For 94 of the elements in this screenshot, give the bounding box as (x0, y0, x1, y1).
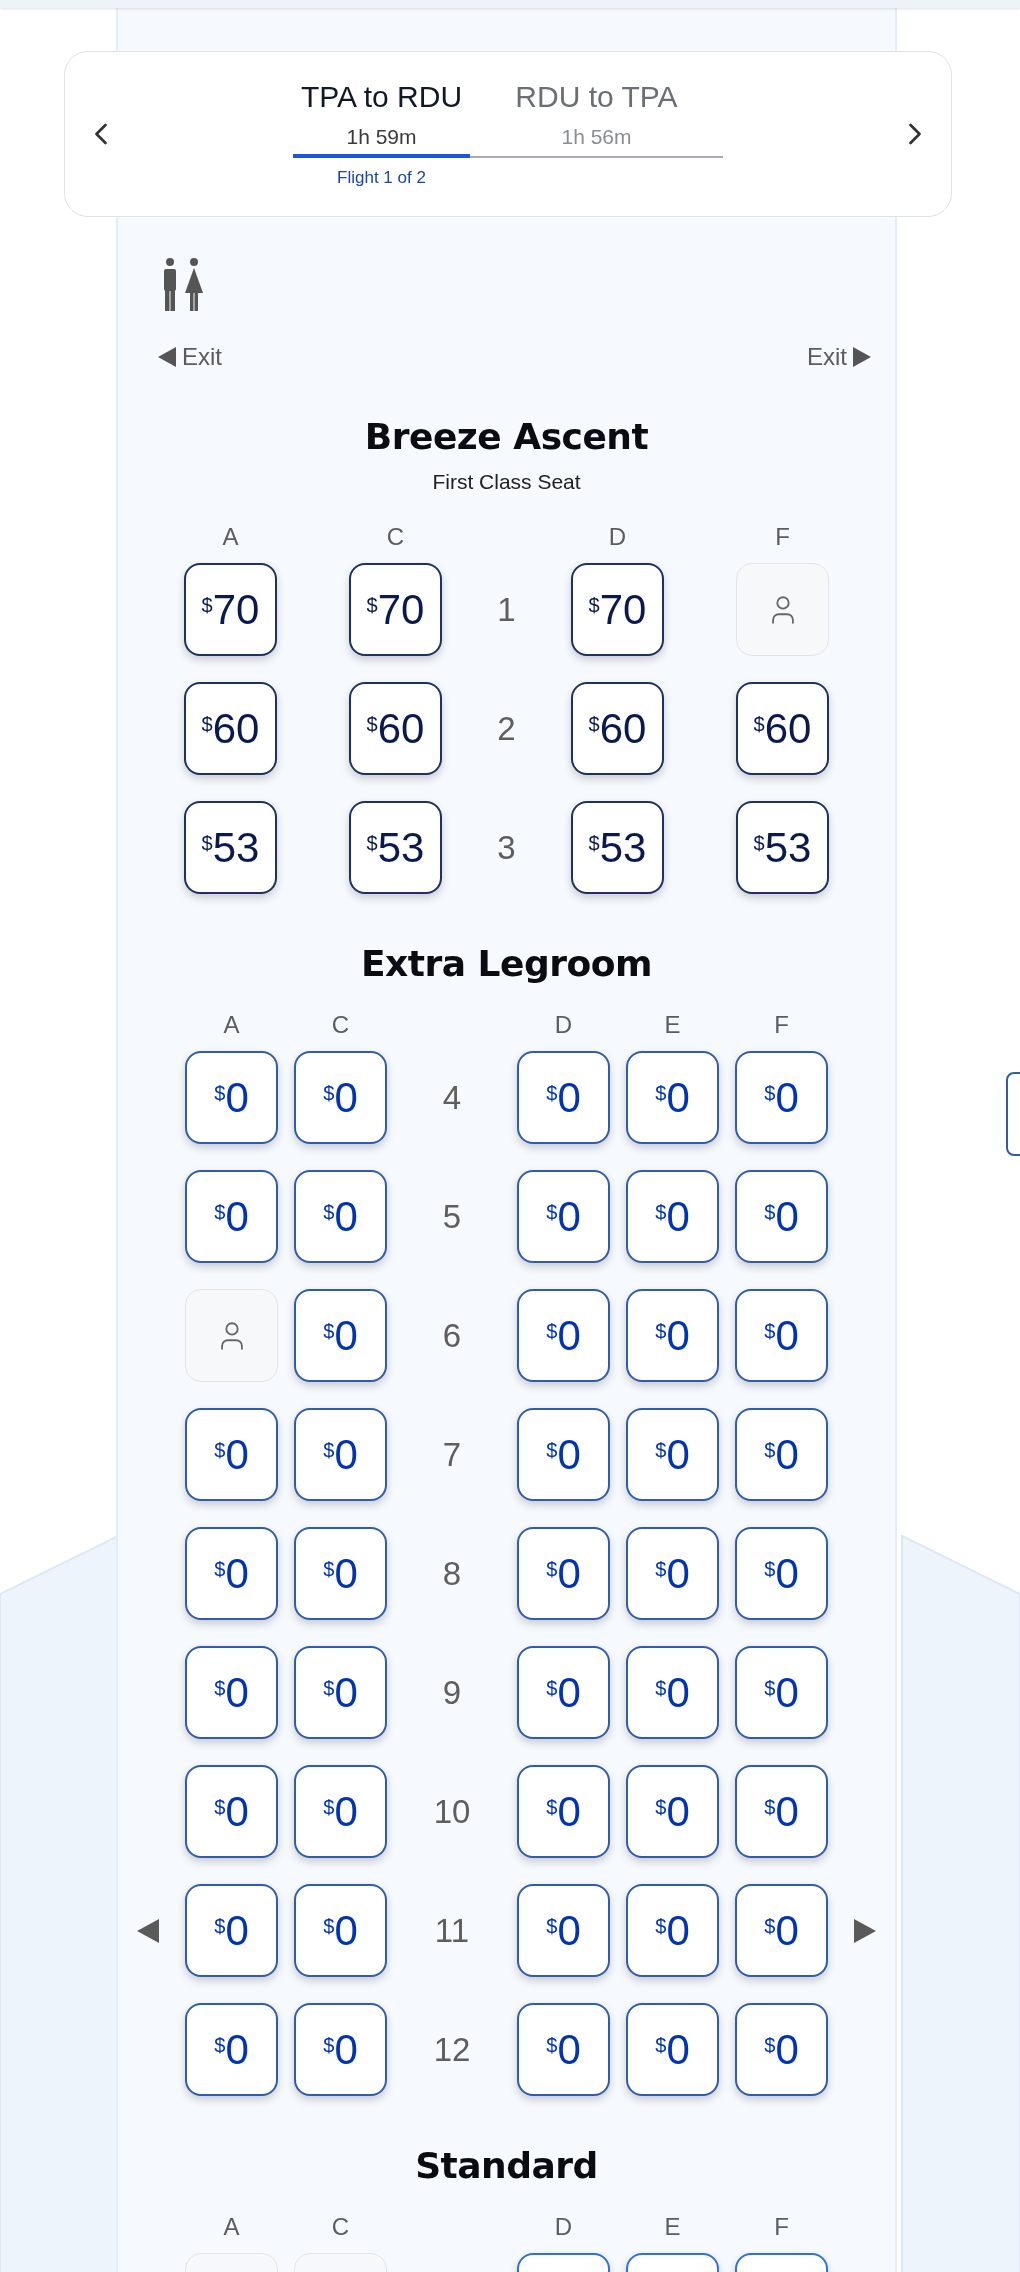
row-number: 12 (433, 2030, 471, 2069)
row-number: 5 (442, 1197, 462, 1236)
seat-button[interactable]: $^{$}$0 (185, 1527, 278, 1620)
row-number: 4 (442, 1078, 462, 1117)
seat-button[interactable]: $^{$}$0 (626, 1527, 719, 1620)
row-number: 3 (497, 828, 516, 867)
seat-button[interactable]: $^{$}$60 (184, 682, 277, 775)
seat-button[interactable]: $^{$}$70 (349, 563, 442, 656)
seat-button[interactable]: $^{$}$0 (626, 2003, 719, 2096)
column-letter: D (554, 1014, 573, 1036)
right-arrow-icon (853, 347, 871, 367)
row-number: 1 (497, 590, 516, 629)
seat-button[interactable]: $^{$}$53 (349, 801, 442, 894)
row-number: 8 (442, 1554, 462, 1593)
seat-button[interactable]: $^{$}$60 (571, 682, 664, 775)
seat-button[interactable]: $^{$}$0 (294, 1646, 387, 1739)
seat-button[interactable]: $^{$}$0 (294, 1170, 387, 1263)
column-letter: F (774, 2216, 789, 2238)
seat-button[interactable]: $^{$}$0 (626, 1289, 719, 1382)
column-letter: D (608, 526, 627, 548)
seat-button[interactable]: $^{$}$0 (185, 1884, 278, 1977)
seat-button[interactable]: $^{$}$0 (294, 1527, 387, 1620)
column-letter: C (331, 2216, 350, 2238)
seat-button[interactable]: $^{$}$0 (735, 1765, 828, 1858)
seat-button[interactable]: $^{$}$0 (294, 1884, 387, 1977)
column-letter: F (775, 526, 790, 548)
seat-button[interactable]: $^{$}$0 (517, 1884, 610, 1977)
seat-button[interactable]: $^{$}$0 (735, 1527, 828, 1620)
column-letter: E (664, 1014, 681, 1036)
seat-button[interactable]: $^{$}$60 (349, 682, 442, 775)
row-number: 11 (434, 1911, 470, 1950)
seat-button[interactable]: $^{$}$0 (185, 1408, 278, 1501)
column-letter: C (331, 1014, 350, 1036)
seat-button[interactable]: $^{$}$0 (294, 1408, 387, 1501)
flight-indicator: Flight 1 of 2 (336, 168, 427, 188)
seat-button[interactable]: $^{$}$0 (517, 1170, 610, 1263)
seat-button[interactable]: $^{$}$0 (517, 1646, 610, 1739)
column-letter: A (223, 2216, 240, 2238)
column-letter: D (554, 2216, 573, 2238)
seat-button[interactable]: $^{$}$0 (185, 1051, 278, 1144)
seat-button[interactable]: $^{$}$60 (736, 682, 829, 775)
seat-button[interactable]: $^{$}$0 (626, 1408, 719, 1501)
column-letter: A (222, 526, 239, 548)
seat-button[interactable]: $^{$}$0 (517, 1289, 610, 1382)
flight-tab[interactable]: TPA to RDU 1h 59m (293, 80, 470, 158)
seat-button[interactable]: $^{$}$0 (735, 1289, 828, 1382)
seat-button[interactable]: $^{$}$0 (626, 1765, 719, 1858)
exit-row-arrow-icon (854, 1918, 876, 1943)
section-subtitle: First Class Seat (432, 470, 581, 494)
seat-button[interactable]: $^{$}$0 (517, 1051, 610, 1144)
seat-button[interactable]: $^{$}$0 (185, 1765, 278, 1858)
seat-button[interactable]: $^{$}$0 (735, 1884, 828, 1977)
seat-button[interactable]: $^{$}$0 (294, 1051, 387, 1144)
exit-label: Exit (158, 343, 222, 371)
left-arrow-icon (158, 347, 176, 367)
exit-label: Exit (807, 343, 871, 371)
seat-button[interactable]: $^{$}$0 (185, 1646, 278, 1739)
seat-button[interactable]: $^{$}$0 (735, 1051, 828, 1144)
seat-button[interactable]: $^{$}$0 (517, 1408, 610, 1501)
seat-button[interactable]: $^{$}$0 (735, 2003, 828, 2096)
seat-button[interactable]: $^{$}$0 (626, 1646, 719, 1739)
section-title: Standard (415, 2148, 598, 2184)
row-number: 7 (442, 1435, 462, 1474)
seat-button[interactable]: $^{$}$0 (735, 1408, 828, 1501)
column-letter: E (664, 2216, 681, 2238)
flight-tab[interactable]: RDU to TPA 1h 56m (470, 80, 723, 158)
seat-button[interactable]: $^{$}$0 (294, 1289, 387, 1382)
seat-button[interactable]: $^{$}$0 (626, 1051, 719, 1144)
seat-button[interactable]: $^{$}$53 (571, 801, 664, 894)
seat-button[interactable]: $^{$}$0 (185, 2003, 278, 2096)
section-title: Breeze Ascent (364, 419, 649, 455)
row-number: 10 (433, 1792, 471, 1831)
column-letter: C (386, 526, 405, 548)
column-letter: A (223, 1014, 240, 1036)
seat-button[interactable]: $^{$}$0 (294, 2003, 387, 2096)
seat-button[interactable]: $^{$}$70 (571, 563, 664, 656)
row-number: 6 (442, 1316, 462, 1355)
seat-button[interactable]: $^{$}$0 (517, 1527, 610, 1620)
seat-button[interactable]: $^{$}$0 (735, 1170, 828, 1263)
seat-button[interactable]: $^{$}$0 (294, 1765, 387, 1858)
seat-button[interactable]: $^{$}$0 (517, 1765, 610, 1858)
exit-row-arrow-icon (137, 1918, 159, 1943)
seat-button[interactable]: $^{$}$0 (735, 1646, 828, 1739)
row-number: 9 (442, 1673, 462, 1712)
seat-button[interactable]: $^{$}$53 (736, 801, 829, 894)
section-title: Extra Legroom (361, 946, 652, 982)
column-letter: F (774, 1014, 789, 1036)
seat-button[interactable]: $^{$}$0 (626, 1884, 719, 1977)
seat-button[interactable]: $^{$}$53 (184, 801, 277, 894)
seat-button[interactable]: $^{$}$0 (626, 1170, 719, 1263)
seat-button[interactable]: $^{$}$0 (517, 2003, 610, 2096)
row-number: 2 (497, 709, 516, 748)
seat-button[interactable]: $^{$}$0 (185, 1170, 278, 1263)
seat-button[interactable]: $^{$}$70 (184, 563, 277, 656)
